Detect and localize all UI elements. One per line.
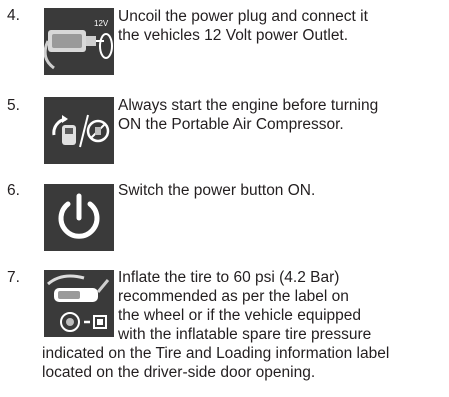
step-line: Inflate the tire to 60 psi (4.2 Bar) xyxy=(118,269,340,286)
step-line: the wheel or if the vehicle equipped xyxy=(118,307,361,324)
step-line: recommended as per the label on xyxy=(118,288,349,305)
step-number: 4. xyxy=(7,7,20,24)
voltage-label: 12V xyxy=(94,19,109,28)
step-line: with the inflatable spare tire pressure xyxy=(118,326,372,343)
power-plug-12v-icon: 12V xyxy=(44,8,114,75)
step-line: Switch the power button ON. xyxy=(118,182,316,199)
step-number: 6. xyxy=(7,182,20,199)
step-number: 7. xyxy=(7,269,20,286)
power-button-icon xyxy=(44,184,114,251)
step-line: Always start the engine before turning xyxy=(118,97,379,114)
step-line: ON the Portable Air Compressor. xyxy=(118,116,344,133)
step-line: indicated on the Tire and Loading inform… xyxy=(42,345,390,362)
step-line: the vehicles 12 Volt power Outlet. xyxy=(118,27,349,44)
start-engine-before-compressor-icon xyxy=(44,97,114,164)
tire-inflate-gauge-icon xyxy=(44,270,114,337)
step-line: Uncoil the power plug and connect it xyxy=(118,8,368,25)
step-number: 5. xyxy=(7,97,20,114)
step-line: located on the driver-side door opening. xyxy=(42,364,316,381)
